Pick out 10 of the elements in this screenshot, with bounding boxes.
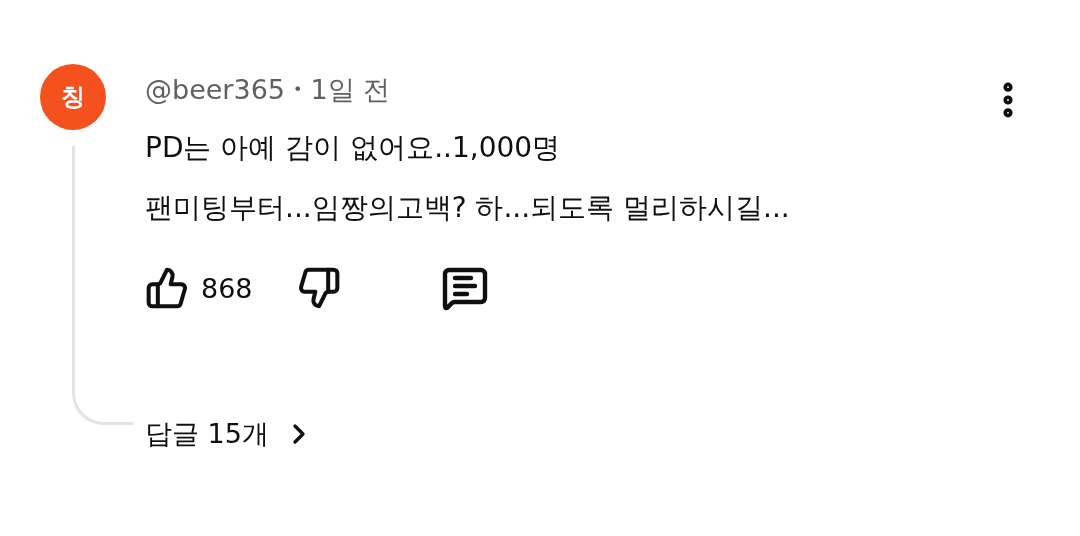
comment-text: 팬미팅부터...임짱의고백? 하...되도록 멀리하시길... (145, 190, 791, 226)
replies-button[interactable]: 답글 15개 (145, 416, 315, 452)
comment-time: 1일 전 (310, 73, 391, 107)
comment-text: PD는 아예 감이 없어요..1,000명 (145, 130, 562, 166)
like-count: 868 (201, 272, 253, 304)
thumbs-up-icon[interactable] (145, 266, 189, 310)
thumbs-down-icon[interactable] (296, 266, 341, 310)
avatar[interactable]: 칭 (40, 64, 106, 130)
separator: • (293, 79, 303, 101)
author-name[interactable]: @beer365 (145, 72, 285, 108)
